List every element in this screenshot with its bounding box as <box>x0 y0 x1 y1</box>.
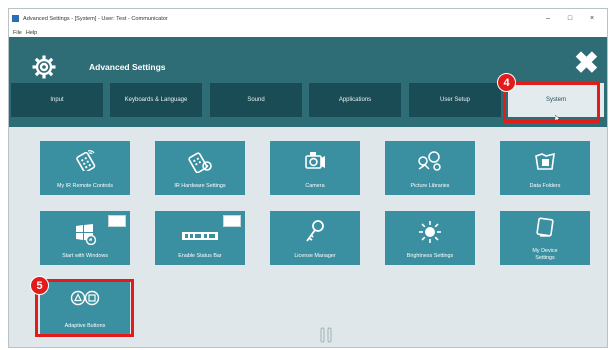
tile-ir-hardware-settings[interactable]: IR Hardware Settings <box>155 141 245 195</box>
data-folders-icon <box>535 152 555 170</box>
close-settings-button[interactable]: ✖ <box>574 49 599 79</box>
app-icon <box>12 15 19 22</box>
tab-sound[interactable]: Sound <box>210 83 302 117</box>
tile-label: Data Folders <box>529 182 561 189</box>
window-titlebar: Advanced Settings - [System] - User: Tes… <box>9 9 607 28</box>
camera-icon <box>305 152 325 169</box>
callout-box-system-tab <box>503 82 600 123</box>
picture-libraries-icon <box>418 151 441 171</box>
tab-keyboards-language[interactable]: Keyboards & Language <box>110 83 202 117</box>
ir-remote-icon <box>76 150 96 171</box>
minimize-button[interactable]: – <box>537 15 559 22</box>
callout-box-adaptive-buttons <box>35 279 134 337</box>
tile-label: Start with Windows <box>62 252 108 259</box>
pause-icon[interactable] <box>320 327 332 343</box>
ir-hardware-icon <box>188 152 212 173</box>
tile-camera[interactable]: Camera <box>270 141 360 195</box>
tile-label: Picture Libraries <box>410 182 450 189</box>
window-title: Advanced Settings - [System] - User: Tes… <box>23 15 168 22</box>
tab-applications[interactable]: Applications <box>309 83 401 117</box>
menu-bar: File Help <box>9 28 607 37</box>
tile-label: My IR Remote Controls <box>56 182 114 189</box>
tile-label: Camera <box>305 182 325 189</box>
tile-data-folders[interactable]: Data Folders <box>500 141 590 195</box>
tile-license-manager[interactable]: License Manager <box>270 211 360 265</box>
page-title: Advanced Settings <box>89 62 166 72</box>
callout-number-5: 5 <box>30 276 49 295</box>
tile-label: Brightness Settings <box>406 252 454 259</box>
tile-enable-status-bar[interactable]: Enable Status Bar <box>155 211 245 265</box>
tile-my-device-settings[interactable]: My Device Settings <box>500 211 590 265</box>
device-icon <box>536 217 554 237</box>
tab-input[interactable]: Input <box>11 83 103 117</box>
gear-icon <box>32 55 56 79</box>
window-controls: – □ × <box>537 9 603 28</box>
tile-start-with-windows[interactable]: Start with Windows <box>40 211 130 265</box>
tile-my-ir-remote-controls[interactable]: My IR Remote Controls <box>40 141 130 195</box>
tile-label: My Device Settings <box>532 248 558 261</box>
brightness-icon <box>419 221 441 243</box>
tab-user-setup[interactable]: User Setup <box>409 83 501 117</box>
tile-label: License Manager <box>294 252 336 259</box>
window-close-button[interactable]: × <box>581 15 603 22</box>
tile-picture-libraries[interactable]: Picture Libraries <box>385 141 475 195</box>
callout-number-4: 4 <box>497 73 516 92</box>
status-bar-icon <box>182 232 218 240</box>
toggle-indicator <box>223 215 241 227</box>
menu-help[interactable]: Help <box>26 30 37 36</box>
key-icon <box>306 220 324 242</box>
tile-label: IR Hardware Settings <box>174 182 226 189</box>
tile-brightness-settings[interactable]: Brightness Settings <box>385 211 475 265</box>
maximize-button[interactable]: □ <box>559 15 581 22</box>
tile-label: Enable Status Bar <box>178 252 222 259</box>
menu-file[interactable]: File <box>13 30 22 36</box>
windows-icon <box>76 224 97 245</box>
